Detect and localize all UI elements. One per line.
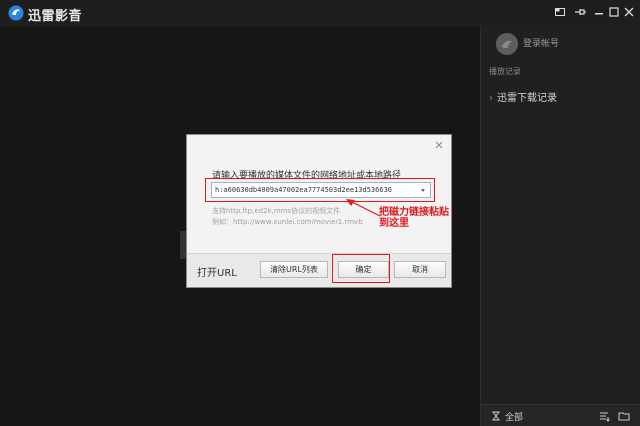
protocol-hint: 支持http,ftp,ed2k,mms协议的视频文件 [212, 207, 341, 215]
filter-label[interactable]: 全部 [505, 410, 523, 423]
folder-icon[interactable] [618, 410, 630, 422]
minimize-icon[interactable] [592, 5, 606, 19]
ok-highlight-box [332, 254, 390, 283]
user-avatar-icon [496, 33, 518, 55]
clear-url-list-button[interactable]: 清除URL列表 [260, 261, 328, 278]
section-title: 播放记录 [489, 67, 521, 76]
sidebar-footer: 全部 [481, 404, 640, 426]
example-hint: 例如：http://www.xunlei.com/movie/1.rmvb [212, 218, 363, 226]
login-link[interactable]: 登录帐号 [523, 36, 559, 49]
url-highlight-box [205, 178, 435, 202]
open-url-label: 打开URL [197, 268, 237, 279]
hourglass-icon[interactable] [491, 411, 501, 421]
history-item-xunlei-downloads[interactable]: › 迅雷下载记录 [489, 89, 557, 104]
dialog-close-icon[interactable] [433, 139, 445, 151]
list-icon[interactable] [599, 410, 611, 422]
pin-icon[interactable] [573, 5, 587, 19]
close-icon[interactable] [622, 5, 636, 19]
title-bar: 迅雷影音 [0, 0, 640, 26]
xunlei-logo-icon[interactable] [8, 5, 24, 21]
history-item-label: 迅雷下载记录 [497, 93, 557, 104]
playlist-sidebar: 登录帐号 播放记录 › 迅雷下载记录 全部 [480, 26, 640, 426]
cancel-button[interactable]: 取消 [394, 261, 446, 278]
chevron-right-icon: › [489, 93, 493, 104]
app-window: 迅雷影音 登录帐号 播放记录 › 迅雷下载记录 全部 请输入要播放的媒体文件的网… [0, 0, 640, 426]
app-menu-caret-icon[interactable] [73, 11, 79, 15]
avatar[interactable] [496, 33, 518, 55]
dialog-footer: 打开URL 清除URL列表 确定 取消 [187, 253, 451, 287]
mini-mode-icon[interactable] [553, 5, 567, 19]
maximize-icon[interactable] [607, 5, 621, 19]
annotation-text: 把磁力链接粘贴到这里 [379, 207, 449, 229]
